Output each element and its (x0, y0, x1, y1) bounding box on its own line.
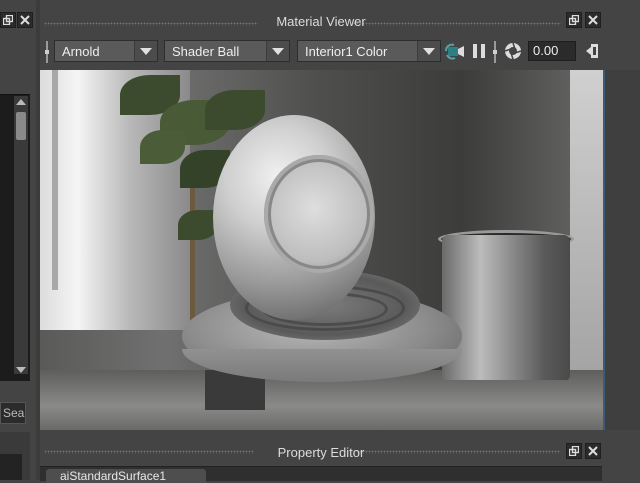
material-viewer-titlebar[interactable]: Material Viewer (40, 10, 602, 34)
left-search-input[interactable]: Sea (0, 402, 26, 424)
material-viewer-float-button[interactable] (566, 12, 582, 28)
toolbar-handle-icon[interactable] (45, 41, 49, 63)
render-metal-bin (442, 235, 570, 380)
chevron-down-icon (417, 41, 440, 61)
gamma-icon[interactable] (585, 42, 599, 60)
toolbar-separator-icon (493, 41, 497, 63)
scroll-up-icon[interactable] (15, 98, 27, 106)
material-viewer-close-button[interactable] (585, 12, 601, 28)
close-icon (20, 15, 30, 25)
renderer-value: Arnold (62, 44, 100, 59)
render-plant-leaf (178, 210, 218, 240)
environment-dropdown[interactable]: Interior1 Color (297, 40, 441, 62)
environment-value: Interior1 Color (305, 44, 388, 59)
chevron-down-icon (134, 41, 157, 61)
render-plant-leaf (205, 90, 265, 130)
property-editor-body: aiStandardSurface1 (40, 466, 602, 483)
left-bottom-list[interactable] (0, 454, 22, 480)
render-window-frame (52, 70, 58, 290)
renderer-dropdown[interactable]: Arnold (54, 40, 158, 62)
property-editor-close-button[interactable] (585, 443, 601, 459)
float-icon (569, 15, 579, 25)
pause-icon[interactable] (472, 43, 486, 59)
scroll-down-icon[interactable] (15, 366, 27, 374)
material-viewer-toolbar: Arnold Shader Ball Interior1 Color 0.00 (40, 38, 608, 64)
geometry-dropdown[interactable]: Shader Ball (164, 40, 290, 62)
close-icon (588, 15, 598, 25)
chevron-down-icon (266, 41, 289, 61)
aperture-icon[interactable] (504, 42, 522, 60)
right-panel-accent (603, 70, 605, 430)
property-editor-float-button[interactable] (566, 443, 582, 459)
shader-ball-panel (264, 155, 374, 273)
left-panel-close-button[interactable] (17, 12, 33, 28)
geometry-value: Shader Ball (172, 44, 240, 59)
close-icon (588, 446, 598, 456)
render-background-wall (570, 70, 603, 400)
property-editor-titlebar[interactable]: Property Editor (40, 440, 602, 464)
property-editor-title: Property Editor (277, 445, 365, 460)
material-preview-viewport[interactable] (40, 70, 603, 430)
exposure-field[interactable]: 0.00 (528, 41, 576, 61)
outliner-scroll-thumb[interactable] (16, 112, 26, 140)
render-plant-leaf (140, 130, 185, 164)
camera-refresh-icon[interactable] (444, 42, 466, 60)
right-panel-edge (603, 70, 640, 430)
material-viewer-title: Material Viewer (276, 14, 366, 29)
left-panel-float-button[interactable] (0, 12, 16, 28)
property-editor-tab[interactable]: aiStandardSurface1 (46, 469, 206, 483)
float-icon (569, 446, 579, 456)
float-icon (3, 15, 13, 25)
render-plant-stem (190, 170, 195, 330)
